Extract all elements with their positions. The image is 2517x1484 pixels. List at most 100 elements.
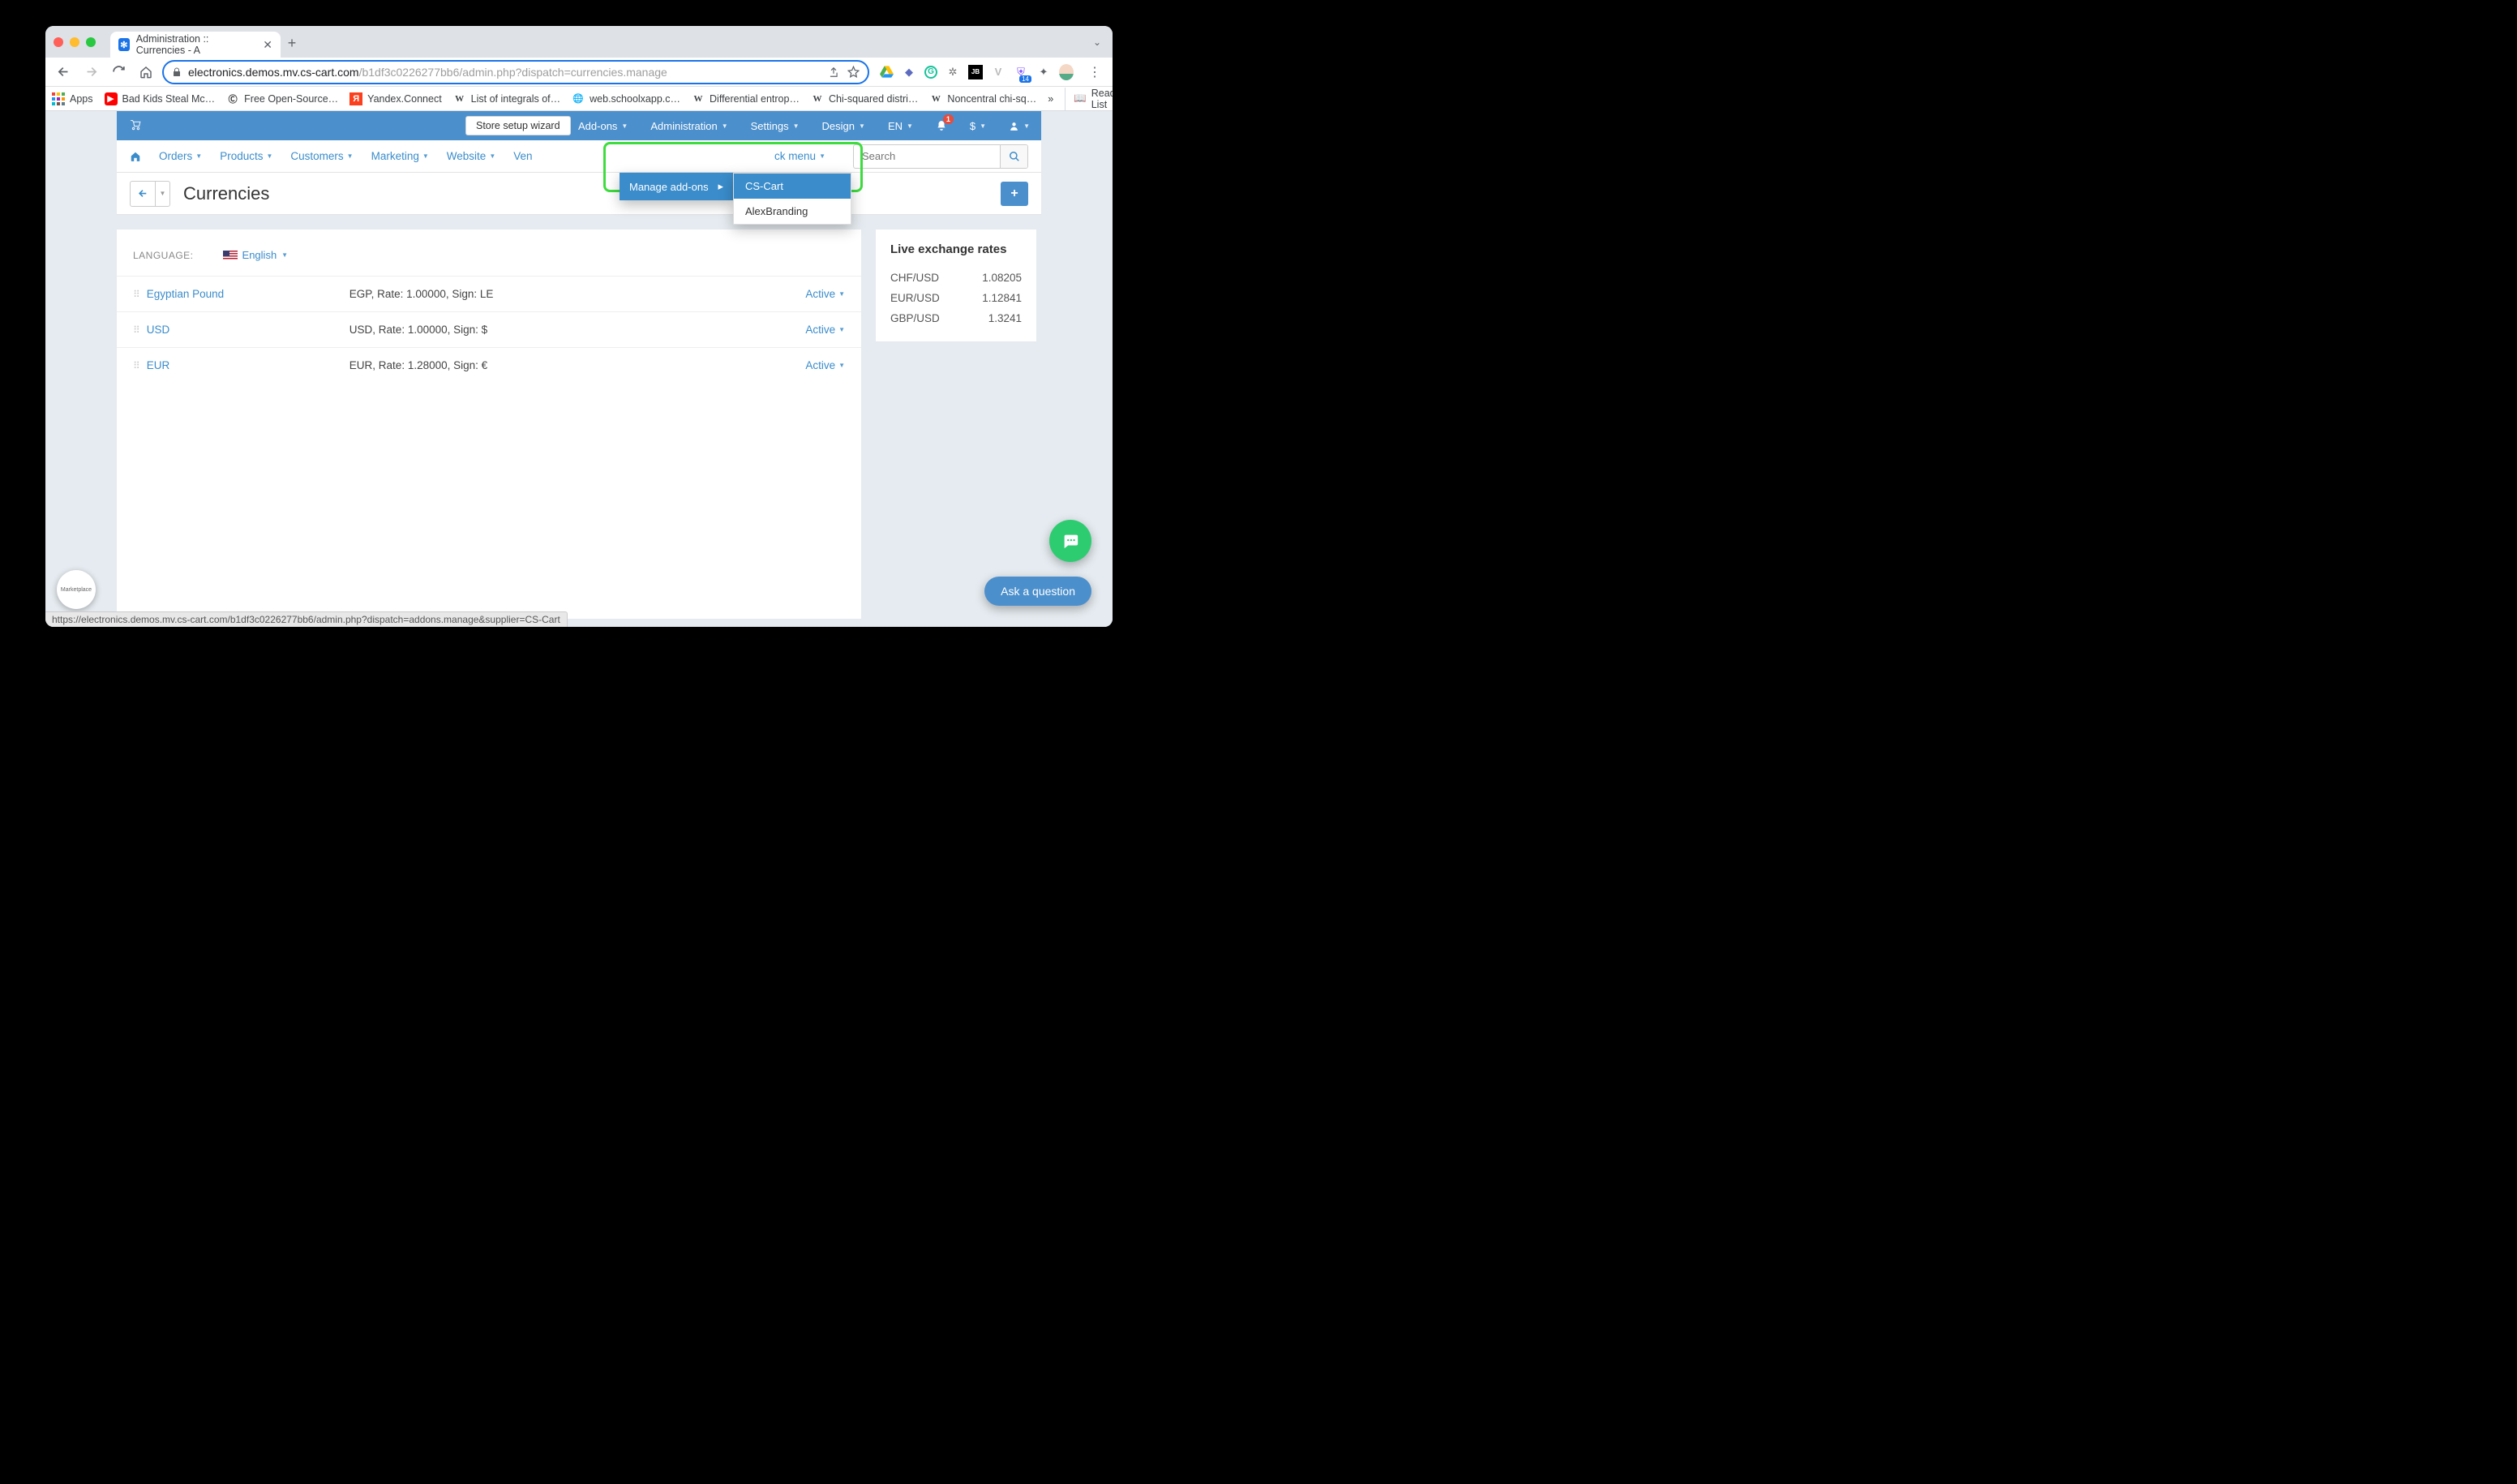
caret-down-icon: ▼ bbox=[347, 152, 354, 160]
submenu-cscart[interactable]: CS-Cart bbox=[734, 174, 851, 199]
nav-home[interactable] bbox=[130, 151, 141, 162]
browser-menu-button[interactable]: ⋮ bbox=[1083, 64, 1106, 80]
caret-down-icon: ▼ bbox=[281, 251, 288, 259]
youtube-icon: ▶ bbox=[105, 92, 118, 105]
bookmark-item[interactable]: ЯYandex.Connect bbox=[349, 92, 442, 105]
omnibox-actions bbox=[828, 66, 860, 78]
chevron-right-icon: ▸ bbox=[718, 180, 723, 193]
reload-button[interactable] bbox=[107, 61, 130, 84]
close-window-button[interactable] bbox=[54, 37, 63, 47]
new-tab-button[interactable]: + bbox=[281, 35, 303, 52]
window-controls bbox=[54, 37, 96, 47]
currency-description: EGP, Rate: 1.00000, Sign: LE bbox=[349, 288, 494, 300]
maximize-window-button[interactable] bbox=[86, 37, 96, 47]
page-back-button[interactable] bbox=[131, 182, 155, 206]
ext-shield-icon[interactable]: ⛨14 bbox=[1014, 65, 1028, 79]
currency-menu[interactable]: $▼ bbox=[958, 111, 997, 140]
ext-jb-icon[interactable]: JB bbox=[968, 65, 983, 79]
ext-puzzle-icon[interactable]: ✦ bbox=[1036, 65, 1051, 79]
currency-status-dropdown[interactable]: Active▼ bbox=[805, 288, 845, 300]
drag-handle-icon[interactable]: ⠿ bbox=[133, 360, 139, 371]
search-input[interactable] bbox=[854, 150, 1000, 162]
addons-menu[interactable]: Add-ons▼ bbox=[567, 111, 639, 140]
star-icon[interactable] bbox=[847, 66, 860, 78]
ext-drive-icon[interactable] bbox=[879, 65, 894, 79]
search-button[interactable] bbox=[1000, 145, 1027, 168]
caret-down-icon: ▼ bbox=[422, 152, 429, 160]
add-currency-button[interactable]: + bbox=[1001, 182, 1028, 206]
admin-navbar: Orders▼ Products▼ Customers▼ Marketing▼ … bbox=[117, 140, 1041, 173]
language-menu[interactable]: EN▼ bbox=[877, 111, 924, 140]
ask-question-button[interactable]: Ask a question bbox=[984, 577, 1091, 606]
nav-customers[interactable]: Customers▼ bbox=[290, 150, 353, 162]
ext-gear-icon[interactable]: ✲ bbox=[945, 65, 960, 79]
nav-quickmenu-partial[interactable]: ck menu▼ bbox=[774, 150, 825, 162]
forward-button bbox=[79, 61, 102, 84]
ext-grammarly-icon[interactable]: G bbox=[924, 66, 937, 79]
bookmarks-overflow[interactable]: » bbox=[1048, 93, 1053, 105]
marketplace-badge[interactable]: Marketplace bbox=[57, 570, 96, 609]
share-icon[interactable] bbox=[828, 66, 839, 78]
rate-row: EUR/USD1.12841 bbox=[890, 288, 1022, 308]
ext-diamond-icon[interactable]: ◆ bbox=[902, 65, 916, 79]
nav-website[interactable]: Website▼ bbox=[447, 150, 495, 162]
language-selector[interactable]: English ▼ bbox=[223, 249, 289, 261]
currency-description: USD, Rate: 1.00000, Sign: $ bbox=[349, 324, 487, 336]
notifications-button[interactable]: 1 bbox=[924, 111, 958, 140]
currency-description: EUR, Rate: 1.28000, Sign: € bbox=[349, 359, 487, 371]
addons-dropdown: Manage add-ons▸ bbox=[620, 173, 733, 200]
wikipedia-icon: W bbox=[453, 92, 466, 105]
currency-row: ⠿ Egyptian Pound EGP, Rate: 1.00000, Sig… bbox=[117, 276, 861, 311]
currency-name-link[interactable]: EUR bbox=[147, 359, 349, 371]
page-titlebar: ▼ Currencies + bbox=[117, 173, 1041, 215]
currency-row: ⠿ USD USD, Rate: 1.00000, Sign: $ Active… bbox=[117, 311, 861, 347]
nav-marketing[interactable]: Marketing▼ bbox=[371, 150, 429, 162]
currency-name-link[interactable]: Egyptian Pound bbox=[147, 288, 349, 300]
bookmark-item[interactable]: ⒸFree Open-Source… bbox=[226, 92, 338, 105]
language-label: LANGUAGE: bbox=[133, 250, 194, 261]
close-tab-button[interactable]: ✕ bbox=[263, 38, 272, 52]
design-menu[interactable]: Design▼ bbox=[811, 111, 877, 140]
currency-status-dropdown[interactable]: Active▼ bbox=[805, 324, 845, 336]
settings-menu[interactable]: Settings▼ bbox=[740, 111, 811, 140]
wikipedia-icon: W bbox=[929, 92, 942, 105]
profile-avatar[interactable] bbox=[1059, 65, 1074, 79]
nav-vendors-partial[interactable]: Ven bbox=[513, 150, 532, 162]
drag-handle-icon[interactable]: ⠿ bbox=[133, 324, 139, 336]
currency-status-dropdown[interactable]: Active▼ bbox=[805, 359, 845, 371]
caret-down-icon: ▼ bbox=[859, 122, 865, 130]
bookmark-item[interactable]: WNoncentral chi-sq… bbox=[929, 92, 1036, 105]
search-box bbox=[853, 144, 1028, 169]
bookmark-item[interactable]: ▶Bad Kids Steal Mc… bbox=[105, 92, 216, 105]
drag-handle-icon[interactable]: ⠿ bbox=[133, 289, 139, 300]
url-input[interactable]: electronics.demos.mv.cs-cart.com/b1df3c0… bbox=[162, 60, 869, 84]
apps-button[interactable]: Apps bbox=[52, 92, 93, 105]
bookmark-item[interactable]: WList of integrals of… bbox=[453, 92, 560, 105]
generic-icon: Ⓒ bbox=[226, 92, 239, 105]
yandex-icon: Я bbox=[349, 92, 362, 105]
store-setup-wizard-button[interactable]: Store setup wizard bbox=[465, 116, 571, 135]
reading-list-button[interactable]: 📖Reading List bbox=[1065, 88, 1113, 110]
page-back-dropdown[interactable]: ▼ bbox=[155, 182, 169, 206]
chat-widget-button[interactable] bbox=[1049, 520, 1091, 562]
cart-icon[interactable] bbox=[130, 120, 142, 131]
tab-list-button[interactable]: ⌄ bbox=[1093, 36, 1101, 48]
account-menu[interactable]: ▼ bbox=[997, 111, 1041, 140]
browser-tab[interactable]: ✻ Administration :: Currencies - A ✕ bbox=[110, 32, 281, 58]
caret-down-icon: ▼ bbox=[160, 190, 166, 197]
administration-menu[interactable]: Administration▼ bbox=[639, 111, 739, 140]
minimize-window-button[interactable] bbox=[70, 37, 79, 47]
home-button[interactable] bbox=[135, 61, 157, 84]
wikipedia-icon: W bbox=[692, 92, 705, 105]
chat-icon bbox=[1061, 532, 1080, 550]
bookmark-item[interactable]: WDifferential entrop… bbox=[692, 92, 800, 105]
back-button[interactable] bbox=[52, 61, 75, 84]
submenu-alexbranding[interactable]: AlexBranding bbox=[734, 199, 851, 224]
manage-addons-item[interactable]: Manage add-ons▸ bbox=[620, 173, 733, 200]
ext-v-icon[interactable]: V bbox=[991, 65, 1006, 79]
currency-name-link[interactable]: USD bbox=[147, 324, 349, 336]
bookmark-item[interactable]: WChi-squared distri… bbox=[811, 92, 918, 105]
nav-orders[interactable]: Orders▼ bbox=[159, 150, 202, 162]
nav-products[interactable]: Products▼ bbox=[220, 150, 272, 162]
bookmark-item[interactable]: 🌐web.schoolxapp.c… bbox=[572, 92, 680, 105]
